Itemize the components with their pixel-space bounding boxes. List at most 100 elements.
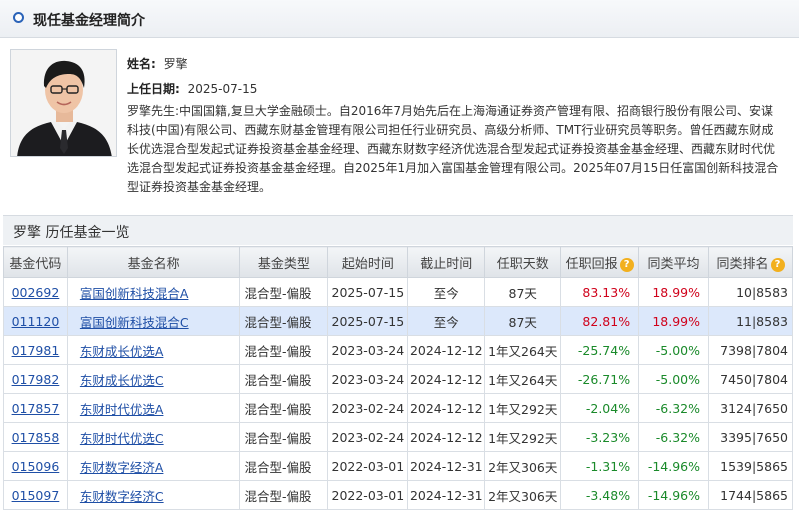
section-header: 现任基金经理简介 [0, 0, 799, 38]
fund-name-link[interactable]: 东财时代优选C [80, 431, 164, 446]
fund-name-cell: 东财数字经济A [66, 451, 241, 481]
tenure-days-cell: 2年又306天 [484, 451, 562, 481]
col-header-return-label: 任职回报 [565, 256, 618, 272]
fund-type-cell: 混合型-偏股 [239, 480, 329, 510]
fund-code-link[interactable]: 015096 [12, 459, 60, 474]
tenure-days-cell: 2年又306天 [484, 480, 562, 510]
table-row[interactable]: 017858 东财时代优选C 混合型-偏股 2023-02-24 2024-12-12 1… [3, 422, 793, 452]
peer-average-cell: -5.00% [638, 335, 710, 365]
fund-name-link[interactable]: 富国创新科技混合A [80, 286, 189, 301]
fund-code-link[interactable]: 002692 [12, 285, 60, 300]
end-date-cell: 2024-12-12 [407, 335, 486, 365]
tenure-return-cell: -1.31% [560, 451, 640, 481]
end-date-cell: 2024-12-31 [407, 451, 486, 481]
table-row[interactable]: 002692 富国创新科技混合A 混合型-偏股 2025-07-15 至今 87天 83.1… [3, 277, 793, 307]
start-date-cell: 2023-03-24 [327, 364, 409, 394]
col-header-rank-label: 同类排名 [716, 256, 769, 272]
end-date-cell: 2024-12-12 [407, 422, 486, 452]
peer-rank-cell: 3395|7650 [708, 422, 793, 452]
history-title: 罗擎 历任基金一览 [3, 215, 793, 245]
fund-code-link[interactable]: 015097 [12, 488, 60, 503]
fund-name-cell: 富国创新科技混合A [66, 277, 241, 307]
fund-type-cell: 混合型-偏股 [239, 335, 329, 365]
fund-code-link[interactable]: 017857 [12, 401, 60, 416]
col-header-average: 同类平均 [638, 246, 710, 278]
tenure-return-cell: 82.81% [560, 306, 640, 336]
fund-code-link[interactable]: 017982 [12, 372, 60, 387]
person-photo-icon [11, 50, 116, 156]
fund-code-link[interactable]: 017858 [12, 430, 60, 445]
fund-name-link[interactable]: 东财数字经济A [80, 460, 164, 475]
fund-code-cell: 017982 [3, 364, 68, 394]
tenure-days-cell: 1年又292天 [484, 393, 562, 423]
fund-name-link[interactable]: 东财成长优选A [80, 344, 164, 359]
fund-history-table: 基金代码 基金名称 基金类型 起始时间 截止时间 任职天数 任职回报? 同类平均… [3, 246, 793, 510]
table-row[interactable]: 015096 东财数字经济A 混合型-偏股 2022-03-01 2024-12-31 2… [3, 451, 793, 481]
tenure-days-cell: 1年又264天 [484, 335, 562, 365]
tenure-return-cell: -3.48% [560, 480, 640, 510]
manager-name: 罗擎 [163, 57, 188, 71]
tenure-days-cell: 1年又264天 [484, 364, 562, 394]
tenure-return-cell: -3.23% [560, 422, 640, 452]
circle-bullet-icon [13, 12, 24, 23]
peer-average-cell: 18.99% [638, 277, 710, 307]
peer-average-cell: -6.32% [638, 422, 710, 452]
end-date-cell: 2024-12-31 [407, 480, 486, 510]
tenure-return-cell: 83.13% [560, 277, 640, 307]
name-label: 姓名: [127, 57, 156, 71]
peer-average-cell: 18.99% [638, 306, 710, 336]
peer-average-cell: -5.00% [638, 364, 710, 394]
col-header-start: 起始时间 [327, 246, 409, 278]
col-header-code: 基金代码 [3, 246, 68, 278]
col-header-return: 任职回报? [560, 246, 640, 278]
tenure-days-cell: 87天 [484, 306, 562, 336]
table-row[interactable]: 015097 东财数字经济C 混合型-偏股 2022-03-01 2024-12-31 2… [3, 480, 793, 510]
fund-code-cell: 011120 [3, 306, 68, 336]
peer-rank-cell: 1744|5865 [708, 480, 793, 510]
fund-type-cell: 混合型-偏股 [239, 277, 329, 307]
peer-average-cell: -14.96% [638, 480, 710, 510]
table-row[interactable]: 017857 东财时代优选A 混合型-偏股 2023-02-24 2024-12-12 1… [3, 393, 793, 423]
fund-code-cell: 017858 [3, 422, 68, 452]
peer-rank-cell: 11|8583 [708, 306, 793, 336]
peer-rank-cell: 1539|5865 [708, 451, 793, 481]
fund-name-cell: 富国创新科技混合C [66, 306, 241, 336]
fund-code-cell: 015097 [3, 480, 68, 510]
fund-type-cell: 混合型-偏股 [239, 451, 329, 481]
end-date-cell: 2024-12-12 [407, 393, 486, 423]
fund-type-cell: 混合型-偏股 [239, 393, 329, 423]
fund-name-link[interactable]: 东财数字经济C [80, 489, 164, 504]
fund-name-link[interactable]: 东财成长优选C [80, 373, 164, 388]
col-header-type: 基金类型 [239, 246, 329, 278]
fund-name-link[interactable]: 东财时代优选A [80, 402, 164, 417]
peer-rank-cell: 7398|7804 [708, 335, 793, 365]
tenure-days-cell: 87天 [484, 277, 562, 307]
peer-average-cell: -14.96% [638, 451, 710, 481]
table-row[interactable]: 011120 富国创新科技混合C 混合型-偏股 2025-07-15 至今 87天 82.8… [3, 306, 793, 336]
start-date-cell: 2023-03-24 [327, 335, 409, 365]
fund-code-link[interactable]: 017981 [12, 343, 60, 358]
table-row[interactable]: 017981 东财成长优选A 混合型-偏股 2023-03-24 2024-12-12 1… [3, 335, 793, 365]
end-date-cell: 至今 [407, 277, 486, 307]
start-date-cell: 2023-02-24 [327, 393, 409, 423]
manager-start-row: 上任日期: 2025-07-15 [127, 80, 257, 97]
col-header-name: 基金名称 [66, 246, 241, 278]
peer-rank-cell: 10|8583 [708, 277, 793, 307]
fund-type-cell: 混合型-偏股 [239, 422, 329, 452]
start-date-cell: 2022-03-01 [327, 480, 409, 510]
fund-name-cell: 东财时代优选C [66, 422, 241, 452]
col-header-rank: 同类排名? [708, 246, 793, 278]
start-date-cell: 2023-02-24 [327, 422, 409, 452]
question-icon[interactable]: ? [770, 257, 785, 272]
fund-code-cell: 002692 [3, 277, 68, 307]
end-date-cell: 2024-12-12 [407, 364, 486, 394]
table-row[interactable]: 017982 东财成长优选C 混合型-偏股 2023-03-24 2024-12-12 1… [3, 364, 793, 394]
table-header-row: 基金代码 基金名称 基金类型 起始时间 截止时间 任职天数 任职回报? 同类平均… [3, 246, 793, 278]
fund-code-link[interactable]: 011120 [12, 314, 60, 329]
fund-name-link[interactable]: 富国创新科技混合C [80, 315, 189, 330]
fund-code-cell: 017981 [3, 335, 68, 365]
start-date-cell: 2022-03-01 [327, 451, 409, 481]
question-icon[interactable]: ? [619, 257, 634, 272]
manager-bio: 罗擎先生:中国国籍,复旦大学金融硕士。自2016年7月始先后在上海海通证券资产管… [127, 104, 779, 194]
start-date-cell: 2025-07-15 [327, 277, 409, 307]
